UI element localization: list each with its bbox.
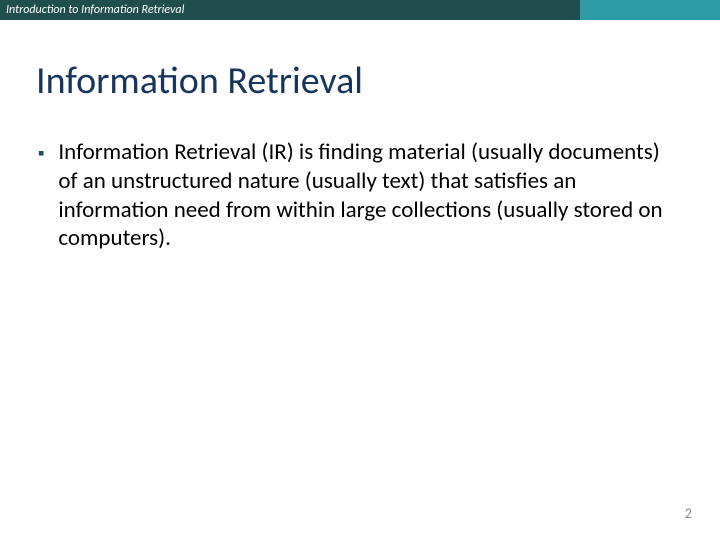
bullet-text: Information Retrieval (IR) is finding ma…	[58, 138, 684, 253]
bullet-list: ▪ Information Retrieval (IR) is finding …	[36, 138, 684, 253]
slide-title: Information Retrieval	[36, 58, 720, 104]
list-item: ▪ Information Retrieval (IR) is finding …	[36, 138, 684, 253]
header-dark-segment: Introduction to Information Retrieval	[0, 0, 580, 20]
page-number: 2	[685, 505, 692, 522]
header-bar: Introduction to Information Retrieval	[0, 0, 720, 20]
bullet-marker-icon: ▪	[38, 138, 44, 168]
header-teal-segment	[580, 0, 720, 20]
header-label: Introduction to Information Retrieval	[6, 3, 184, 17]
